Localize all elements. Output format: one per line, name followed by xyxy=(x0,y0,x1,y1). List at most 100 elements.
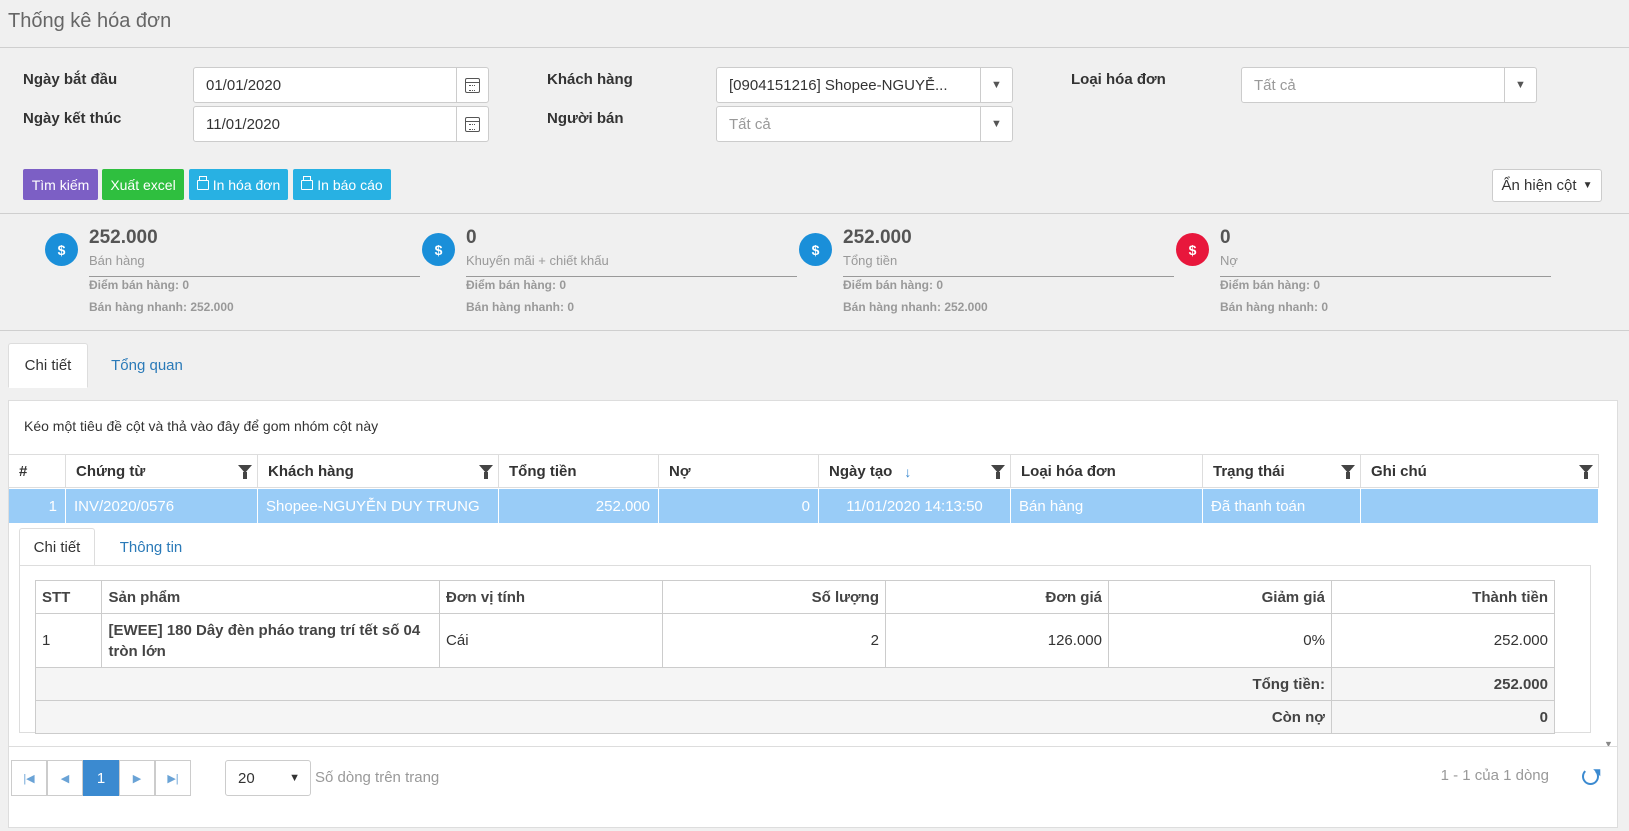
stat-line: Điểm bán hàng: 0 xyxy=(1220,278,1321,292)
filter-icon[interactable] xyxy=(238,465,252,479)
filter-icon[interactable] xyxy=(1341,465,1355,479)
page-size-value: 20 xyxy=(238,769,255,787)
remaining-row: Còn nợ 0 xyxy=(35,700,1556,734)
caret-down-icon: ▼ xyxy=(1582,180,1593,191)
stat-value: 0 xyxy=(1220,227,1231,248)
export-excel-label: Xuất excel xyxy=(110,176,176,193)
column-label: Khách hàng xyxy=(268,463,354,480)
stat-line: Bán hàng nhanh: 252.000 xyxy=(843,300,988,314)
column-header-index[interactable]: # xyxy=(9,455,66,488)
stat-label: Bán hàng xyxy=(89,253,145,268)
vertical-scrollbar[interactable]: ▼ xyxy=(1602,489,1614,749)
column-header-debt[interactable]: Nợ xyxy=(659,455,819,488)
table-row: 1 [EWEE] 180 Dây đèn pháo trang trí tết … xyxy=(34,613,1556,668)
column-header-stt: STT xyxy=(34,580,103,614)
table-row[interactable]: 1 INV/2020/0576 Shopee-NGUYỄN DUY TRUNG … xyxy=(9,489,1599,523)
cell-quantity: 2 xyxy=(662,613,886,668)
column-header-customer[interactable]: Khách hàng xyxy=(258,455,499,488)
seller-placeholder: Tất cả xyxy=(729,115,771,133)
cell-debt: 0 xyxy=(659,489,819,523)
column-label: Nợ xyxy=(669,463,691,480)
end-date-value[interactable]: 11/01/2020 xyxy=(194,116,456,133)
detail-tab-items[interactable]: Chi tiết xyxy=(19,528,95,566)
stat-value: 252.000 xyxy=(89,227,158,248)
column-label: Ngày tạo xyxy=(829,463,893,480)
page-size-select[interactable]: 20 ▼ xyxy=(225,760,311,796)
cell-product: [EWEE] 180 Dây đèn pháo trang trí tết số… xyxy=(101,613,441,668)
column-label: # xyxy=(19,463,28,480)
seller-label: Người bán xyxy=(547,110,624,127)
stat-label: Khuyến mãi + chiết khấu xyxy=(466,253,609,268)
start-date-field[interactable]: 01/01/2020 xyxy=(193,67,489,103)
page-size-label: Số dòng trên trang xyxy=(315,769,440,786)
first-page-icon[interactable]: |◀ xyxy=(11,760,47,796)
dollar-icon: $ xyxy=(422,233,455,266)
column-header-note[interactable]: Ghi chú xyxy=(1361,455,1599,488)
refresh-icon[interactable] xyxy=(1582,768,1599,785)
print-report-button[interactable]: In báo cáo xyxy=(293,169,391,200)
stat-line: Điểm bán hàng: 0 xyxy=(89,278,190,292)
print-invoice-button[interactable]: In hóa đơn xyxy=(189,169,288,200)
dollar-icon: $ xyxy=(45,233,78,266)
stat-line: Điểm bán hàng: 0 xyxy=(843,278,944,292)
chevron-down-icon[interactable]: ▼ xyxy=(980,107,1012,141)
page-button-current[interactable]: 1 xyxy=(83,760,119,796)
divider xyxy=(466,276,797,277)
cell-unit: Cái xyxy=(439,613,664,668)
cell-note xyxy=(1361,489,1599,523)
customer-select[interactable]: [0904151216] Shopee-NGUYỄ... ▼ xyxy=(716,67,1013,103)
column-header-price: Đơn giá xyxy=(885,580,1109,614)
column-label: Loại hóa đơn xyxy=(1021,463,1116,480)
export-excel-button[interactable]: Xuất excel xyxy=(102,169,184,200)
stat-label: Nợ xyxy=(1220,253,1238,268)
column-header-total[interactable]: Tổng tiền xyxy=(499,455,659,488)
customer-label: Khách hàng xyxy=(547,71,633,88)
pager-info: 1 - 1 của 1 dòng xyxy=(1440,767,1549,784)
next-page-icon[interactable]: ▶ xyxy=(119,760,155,796)
column-header-created[interactable]: Ngày tạo ↓ xyxy=(819,455,1011,488)
toggle-columns-button[interactable]: Ẩn hiện cột ▼ xyxy=(1492,169,1602,202)
divider xyxy=(0,330,1629,331)
cell-amount: 252.000 xyxy=(1330,613,1556,668)
group-drop-hint[interactable]: Kéo một tiêu đề cột và thả vào đây để go… xyxy=(24,418,378,434)
column-header-type[interactable]: Loại hóa đơn xyxy=(1011,455,1203,488)
calendar-icon[interactable] xyxy=(456,107,488,141)
invoice-type-label: Loại hóa đơn xyxy=(1071,71,1166,88)
column-label: Tổng tiền xyxy=(509,463,577,480)
detail-tab-info[interactable]: Thông tin xyxy=(102,528,200,566)
end-date-field[interactable]: 11/01/2020 xyxy=(193,106,489,142)
filter-icon[interactable] xyxy=(479,465,493,479)
invoice-type-select[interactable]: Tất cả ▼ xyxy=(1241,67,1537,103)
detail-content: STT Sản phẩm Đơn vị tính Số lượng Đơn gi… xyxy=(19,565,1591,734)
total-row: Tổng tiền: 252.000 xyxy=(35,667,1556,701)
tab-overview[interactable]: Tổng quan xyxy=(95,343,199,388)
filter-icon[interactable] xyxy=(991,465,1005,479)
remaining-value: 0 xyxy=(1330,700,1556,734)
column-header-status[interactable]: Trạng thái xyxy=(1203,455,1361,488)
stat-line: Điểm bán hàng: 0 xyxy=(466,278,567,292)
stat-value: 252.000 xyxy=(843,227,912,248)
seller-select[interactable]: Tất cả ▼ xyxy=(716,106,1013,142)
toggle-columns-label: Ẩn hiện cột xyxy=(1501,177,1577,194)
divider xyxy=(1220,276,1551,277)
remaining-label: Còn nợ xyxy=(35,700,1332,734)
chevron-down-icon[interactable]: ▼ xyxy=(980,68,1012,102)
row-detail-panel: Chi tiết Thông tin STT Sản phẩm Đơn vị t… xyxy=(19,524,1599,744)
tab-detail[interactable]: Chi tiết xyxy=(8,343,88,388)
last-page-icon[interactable]: ▶| xyxy=(155,760,191,796)
filter-icon[interactable] xyxy=(1579,465,1593,479)
end-date-label: Ngày kết thúc xyxy=(23,110,122,127)
calendar-icon[interactable] xyxy=(456,68,488,102)
search-button[interactable]: Tìm kiếm xyxy=(23,169,98,200)
start-date-value[interactable]: 01/01/2020 xyxy=(194,77,456,94)
cell-voucher: INV/2020/0576 xyxy=(66,489,258,523)
column-header-discount: Giảm giá xyxy=(1107,580,1332,614)
sort-down-icon: ↓ xyxy=(904,463,912,480)
cell-status: Đã thanh toán xyxy=(1203,489,1361,523)
page-title: Thống kê hóa đơn xyxy=(8,10,172,32)
chevron-down-icon[interactable]: ▼ xyxy=(1504,68,1536,102)
prev-page-icon[interactable]: ◀ xyxy=(47,760,83,796)
invoice-grid: Kéo một tiêu đề cột và thả vào đây để go… xyxy=(8,400,1618,828)
column-header-voucher[interactable]: Chứng từ xyxy=(66,455,258,488)
cell-total: 252.000 xyxy=(499,489,659,523)
